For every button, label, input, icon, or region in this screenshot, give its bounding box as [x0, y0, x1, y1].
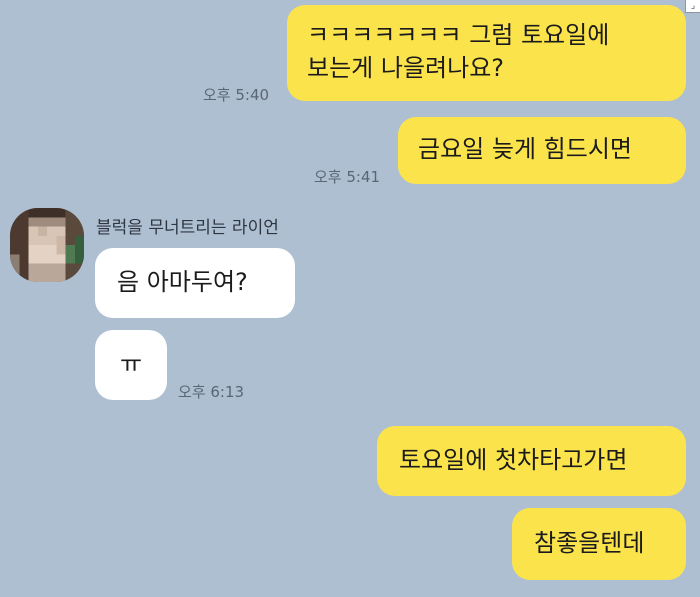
message-bubble-mine[interactable]: 토요일에 첫차타고가면 [377, 426, 686, 496]
message-bubble-theirs[interactable]: 음 아마두여? [95, 248, 295, 318]
message-text: ㅠ [119, 350, 143, 378]
message-bubble-mine[interactable]: ㅋㅋㅋㅋㅋㅋㅋ 그럼 토요일에 보는게 나을려나요? [287, 5, 686, 101]
message-text-line: ㅋㅋㅋㅋㅋㅋㅋ 그럼 토요일에 [307, 21, 610, 49]
message-bubble-mine[interactable]: 참좋을텐데 [512, 508, 686, 580]
message-text: 토요일에 첫차타고가면 [399, 446, 628, 474]
message-timestamp: 오후 5:41 [314, 168, 381, 186]
avatar[interactable] [10, 208, 84, 282]
message-text-line: 보는게 나을려나요? [307, 54, 505, 82]
message-timestamp: 오후 6:13 [178, 383, 245, 401]
message-timestamp: 오후 5:40 [203, 86, 270, 104]
message-text: 참좋을텐데 [534, 529, 645, 557]
message-bubble-mine[interactable]: 금요일 늦게 힘드시면 [398, 117, 686, 184]
blurred-profile-photo-icon [10, 208, 84, 282]
message-text: 금요일 늦게 힘드시면 [418, 135, 632, 163]
expand-icon[interactable]: ⌟ [685, 0, 700, 13]
message-text: 음 아마두여? [117, 268, 248, 296]
sender-name: 블럭을 무너트리는 라이언 [96, 218, 279, 238]
message-bubble-theirs[interactable]: ㅠ [95, 330, 167, 400]
